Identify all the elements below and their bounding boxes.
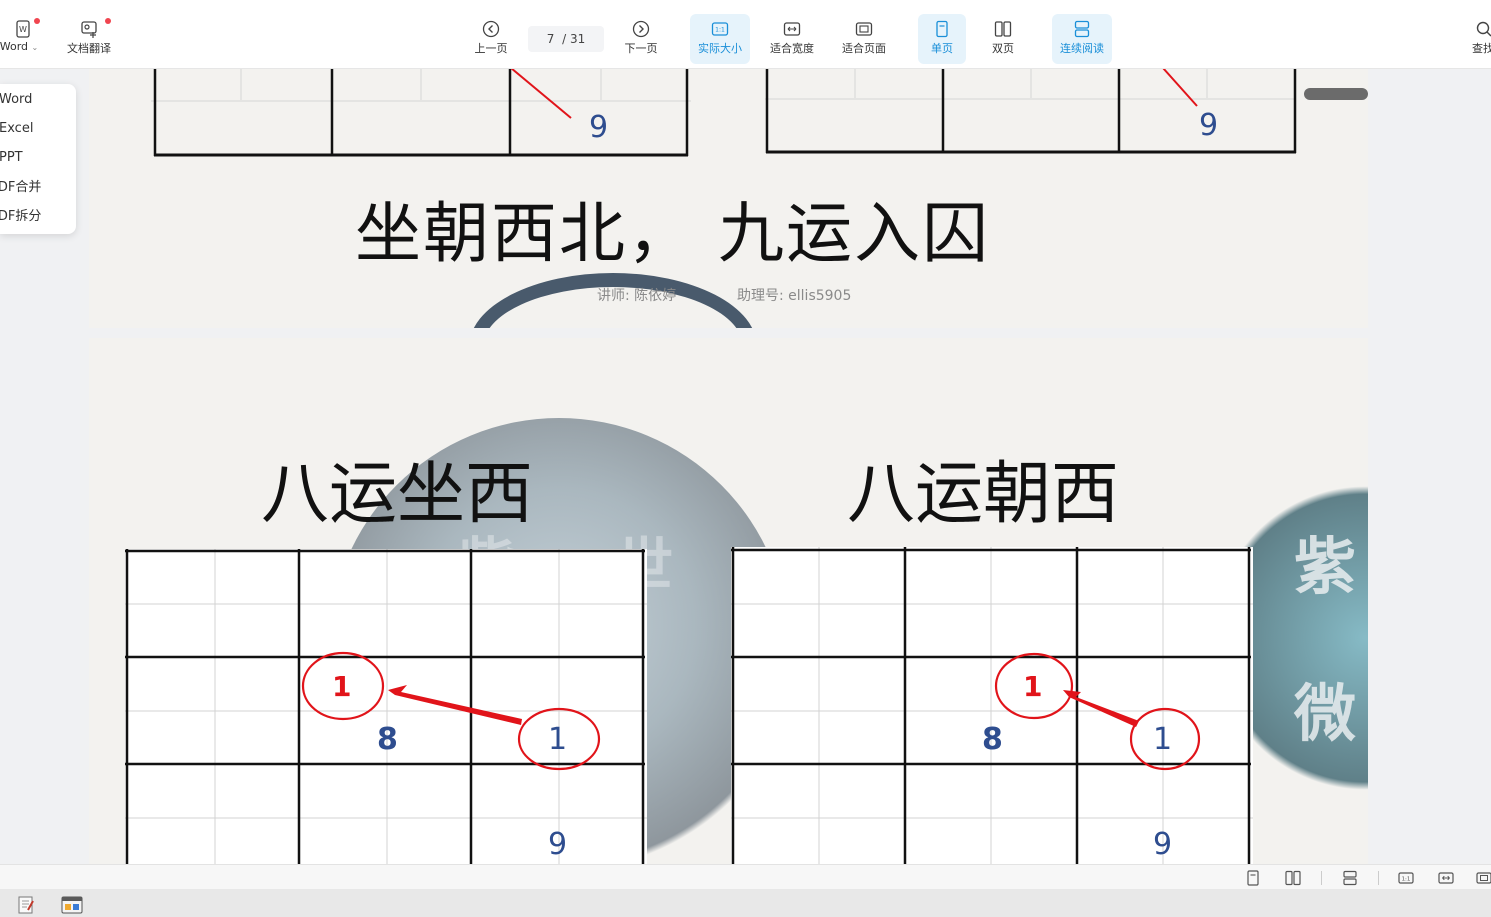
fit-page-button[interactable]: 适合页面 <box>834 14 894 64</box>
search-label: 查找 <box>1472 42 1491 55</box>
menu-item-to-word[interactable]: 转Word <box>0 89 32 111</box>
page-number-input[interactable]: 7 / 31 <box>528 26 604 52</box>
left-bottom-number: 9 <box>548 827 568 862</box>
divider <box>1378 871 1379 885</box>
translate-icon <box>81 21 97 38</box>
search-icon <box>1476 21 1491 37</box>
double-page-icon <box>994 21 1012 37</box>
chevron-right-icon <box>632 20 650 38</box>
page-slide-7: 紫 微 紫 世 八运坐西 八运朝西 1 8 1 9 <box>89 338 1368 864</box>
fit-page-icon <box>855 22 873 36</box>
menu-item-to-ppt[interactable]: 转PPT <box>0 147 23 169</box>
right-title: 八运朝西 <box>847 455 1120 534</box>
single-page-label: 单页 <box>931 42 953 55</box>
slide-title: 坐朝西北， 九运入囚 <box>355 195 990 272</box>
watermark-char: 紫 <box>1294 530 1357 603</box>
menu-item-to-excel[interactable]: 转Excel <box>0 118 33 140</box>
lecturer-text: 讲师: 陈依婷 <box>597 288 677 304</box>
menu-item-pdf-merge[interactable]: PDF合并 <box>0 177 41 199</box>
convert-dropdown-menu: 转Word 转Excel 转PPT PDF合并 PDF拆分 <box>0 84 76 234</box>
actual-size-icon[interactable]: 1:1 <box>1398 870 1414 886</box>
right-center-number: 8 <box>982 722 1003 757</box>
right-grid-number: 9 <box>1199 108 1219 143</box>
double-page-label: 双页 <box>992 42 1014 55</box>
prev-page-label: 上一页 <box>474 42 508 55</box>
notification-dot <box>34 18 40 24</box>
prev-page-button[interactable]: 上一页 <box>466 14 516 64</box>
continuous-read-icon[interactable] <box>1342 870 1358 886</box>
next-page-label: 下一页 <box>624 42 658 55</box>
double-page-icon[interactable] <box>1285 870 1301 886</box>
left-grid-partial <box>151 68 691 157</box>
control-panel-app-icon[interactable] <box>61 895 83 915</box>
right-grid <box>731 547 1253 864</box>
notepad-app-icon[interactable] <box>16 895 36 915</box>
word-label: Word <box>0 40 29 53</box>
continuous-read-label: 连续阅读 <box>1060 42 1104 55</box>
current-page: 7 <box>546 32 555 46</box>
chevron-left-icon <box>482 20 500 38</box>
bottom-view-bar: 1:1 <box>0 864 1491 890</box>
right-grid-partial <box>765 68 1297 154</box>
actual-size-glyph: 1:1 <box>715 27 725 34</box>
notification-dot <box>105 18 111 24</box>
search-button[interactable]: 查找 <box>1466 14 1491 64</box>
red-arrow <box>388 685 522 725</box>
single-page-icon <box>936 20 948 38</box>
watermark-char: 微 <box>1294 677 1357 750</box>
page-slide-6: 9 9 坐朝西北， 九运入囚 讲师: 陈依婷 助理号: ellis5905 <box>89 68 1368 328</box>
assistant-text: 助理号: ellis5905 <box>737 288 852 304</box>
right-right-number: 1 <box>1153 722 1173 757</box>
chevron-down-icon: ⌄ <box>31 43 39 52</box>
left-title: 八运坐西 <box>261 455 534 534</box>
os-taskbar <box>0 889 1491 917</box>
left-right-number: 1 <box>548 722 568 757</box>
fit-width-button[interactable]: 适合宽度 <box>762 14 822 64</box>
svg-text:W: W <box>19 25 27 34</box>
red-arrow <box>1063 690 1139 727</box>
continuous-read-button[interactable]: 连续阅读 <box>1052 14 1112 64</box>
watermark-stroke <box>1304 88 1368 100</box>
single-page-button[interactable]: 单页 <box>918 14 966 64</box>
actual-size-label: 实际大小 <box>698 42 742 55</box>
translate-label: 文档翻译 <box>67 42 111 55</box>
word-icon: W <box>16 20 30 38</box>
divider <box>1321 871 1322 885</box>
actual-size-button[interactable]: 1:1 实际大小 <box>690 14 750 64</box>
fit-width-icon[interactable] <box>1438 870 1454 886</box>
left-center-number: 8 <box>377 722 398 757</box>
left-grid <box>125 549 647 864</box>
fit-page-label: 适合页面 <box>842 42 886 55</box>
next-page-button[interactable]: 下一页 <box>616 14 666 64</box>
top-toolbar: W Word ⌄ 文档翻译 上一页 7 / 31 下一页 1:1 实际大小 适合… <box>0 0 1491 69</box>
double-page-button[interactable]: 双页 <box>980 14 1026 64</box>
fit-page-icon[interactable] <box>1476 870 1491 886</box>
fit-width-icon <box>783 22 801 36</box>
actual-size-icon: 1:1 <box>711 22 729 36</box>
menu-item-pdf-split[interactable]: PDF拆分 <box>0 206 41 228</box>
left-red-number: 1 <box>332 670 352 703</box>
total-pages: / 31 <box>562 32 586 46</box>
left-grid-number: 9 <box>589 110 609 145</box>
single-page-icon[interactable] <box>1245 870 1261 886</box>
right-bottom-number: 9 <box>1153 827 1173 862</box>
continuous-read-icon <box>1074 20 1090 38</box>
actual-size-glyph: 1:1 <box>1402 877 1411 883</box>
right-red-number: 1 <box>1023 670 1043 703</box>
fit-width-label: 适合宽度 <box>770 42 814 55</box>
